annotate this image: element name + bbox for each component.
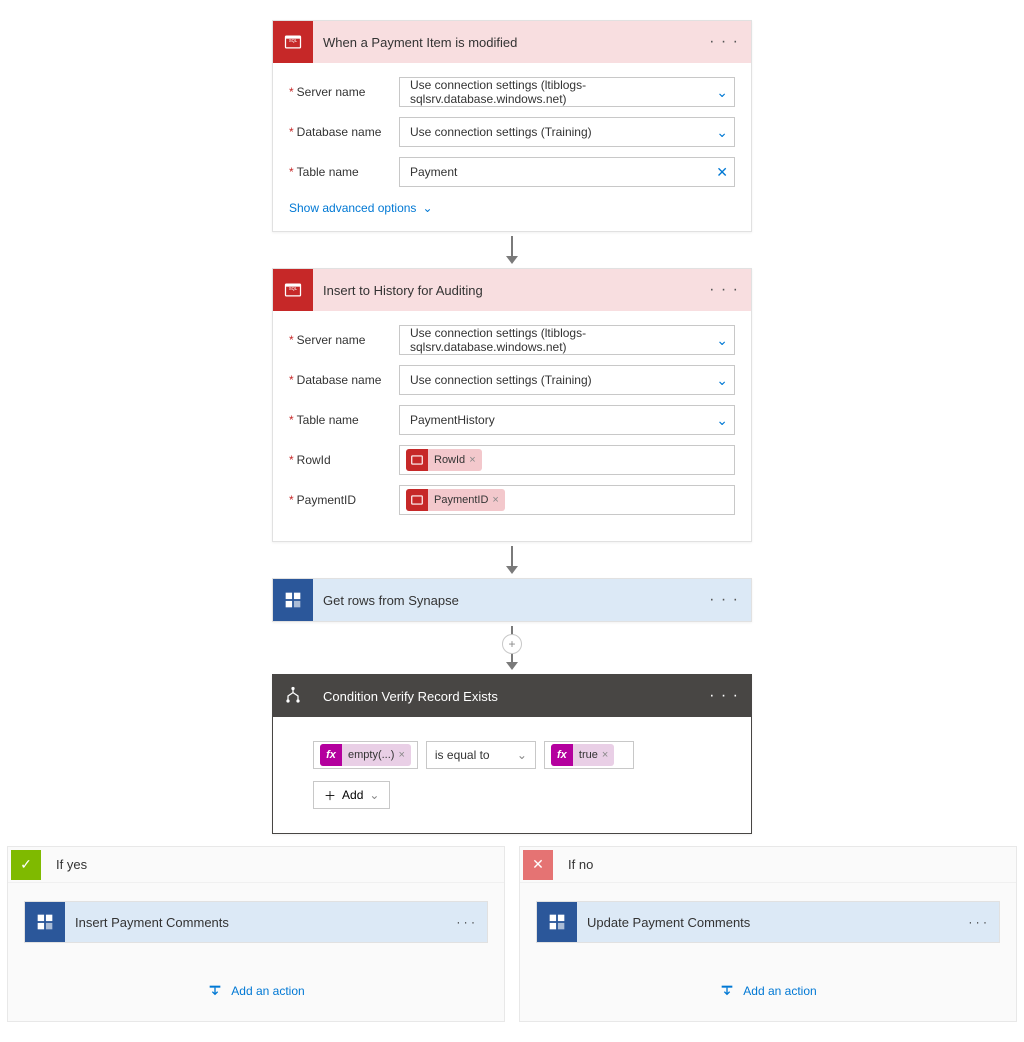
get-rows-title: Get rows from Synapse (323, 593, 699, 608)
synapse-icon (537, 902, 577, 942)
more-menu-icon[interactable]: · · · (709, 33, 739, 51)
chevron-down-icon: ⌄ (716, 332, 728, 349)
chevron-down-icon: ⌄ (716, 372, 728, 389)
database-name-select[interactable]: Use connection settings (Training) ⌄ (399, 117, 735, 147)
condition-icon (273, 675, 313, 717)
database-name-label: *Database name (289, 373, 399, 387)
show-advanced-options-link[interactable]: Show advanced options ⌄ (289, 201, 433, 215)
update-payment-comments-card[interactable]: Update Payment Comments · · · (536, 901, 1000, 943)
flow-arrow (506, 236, 518, 264)
condition-left-input[interactable]: fx empty(...)× (313, 741, 418, 769)
server-name-select[interactable]: Use connection settings (ltiblogs-sqlsrv… (399, 325, 735, 355)
database-name-label: *Database name (289, 125, 399, 139)
trigger-title: When a Payment Item is modified (323, 35, 699, 50)
add-action-link[interactable]: Add an action (520, 983, 1016, 999)
paymentid-input[interactable]: PaymentID× (399, 485, 735, 515)
insert-history-title: Insert to History for Auditing (323, 283, 699, 298)
rowid-label: *RowId (289, 453, 399, 467)
rowid-input[interactable]: RowId× (399, 445, 735, 475)
condition-card: Condition Verify Record Exists · · · fx … (272, 674, 752, 834)
if-yes-label: If yes (56, 857, 87, 872)
svg-text:SQL: SQL (289, 38, 298, 43)
sql-icon (406, 489, 428, 511)
insert-payment-comments-card[interactable]: Insert Payment Comments · · · (24, 901, 488, 943)
server-name-label: *Server name (289, 333, 399, 347)
more-menu-icon[interactable]: · · · (968, 915, 987, 929)
chevron-down-icon: ⌄ (517, 748, 527, 762)
add-action-link[interactable]: Add an action (8, 983, 504, 999)
insert-history-card: SQL Insert to History for Auditing · · ·… (272, 268, 752, 542)
table-name-input[interactable]: Payment ✕ (399, 157, 735, 187)
condition-right-input[interactable]: fx true× (544, 741, 634, 769)
get-rows-card[interactable]: Get rows from Synapse · · · (272, 578, 752, 622)
fx-icon: fx (320, 744, 342, 766)
chevron-down-icon: ⌄ (716, 412, 728, 429)
synapse-icon (273, 579, 313, 621)
get-rows-header[interactable]: Get rows from Synapse · · · (273, 579, 751, 621)
server-name-select[interactable]: Use connection settings (ltiblogs-sqlsrv… (399, 77, 735, 107)
chevron-down-icon: ⌄ (422, 201, 432, 215)
if-no-branch: ✕ If no Update Payment Comments · · · Ad… (519, 846, 1017, 1022)
table-name-select[interactable]: PaymentHistory ⌄ (399, 405, 735, 435)
more-menu-icon[interactable]: · · · (709, 591, 739, 609)
table-name-label: *Table name (289, 165, 399, 179)
add-action-icon (207, 983, 223, 999)
check-icon: ✓ (11, 850, 41, 880)
trigger-header[interactable]: SQL When a Payment Item is modified · · … (273, 21, 751, 63)
expression-token[interactable]: fx true× (551, 744, 614, 766)
more-menu-icon[interactable]: · · · (709, 687, 739, 705)
condition-title: Condition Verify Record Exists (323, 689, 699, 704)
more-menu-icon[interactable]: · · · (709, 281, 739, 299)
expression-token[interactable]: fx empty(...)× (320, 744, 411, 766)
synapse-icon (25, 902, 65, 942)
remove-token-icon[interactable]: × (492, 494, 498, 506)
table-name-label: *Table name (289, 413, 399, 427)
database-name-select[interactable]: Use connection settings (Training) ⌄ (399, 365, 735, 395)
chevron-down-icon: ⌄ (716, 124, 728, 141)
insert-history-header[interactable]: SQL Insert to History for Auditing · · · (273, 269, 751, 311)
sql-icon (406, 449, 428, 471)
condition-operator-select[interactable]: is equal to ⌄ (426, 741, 536, 769)
add-action-icon (719, 983, 735, 999)
paymentid-token[interactable]: PaymentID× (406, 489, 505, 511)
add-condition-button[interactable]: ＋ Add ⌄ (313, 781, 390, 809)
add-step-button[interactable]: + (502, 634, 522, 654)
condition-branches: ✓ If yes Insert Payment Comments · · · A… (7, 846, 1017, 1022)
condition-header[interactable]: Condition Verify Record Exists · · · (273, 675, 751, 717)
if-no-label: If no (568, 857, 593, 872)
plus-icon: ＋ (324, 787, 336, 804)
sql-icon: SQL (273, 269, 313, 311)
more-menu-icon[interactable]: · · · (456, 915, 475, 929)
remove-token-icon[interactable]: × (602, 749, 608, 761)
close-icon: ✕ (523, 850, 553, 880)
flow-arrow: + (502, 626, 522, 670)
insert-payment-comments-title: Insert Payment Comments (75, 915, 446, 930)
chevron-down-icon: ⌄ (369, 788, 379, 802)
trigger-card: SQL When a Payment Item is modified · · … (272, 20, 752, 232)
rowid-token[interactable]: RowId× (406, 449, 482, 471)
remove-token-icon[interactable]: × (469, 454, 475, 466)
sql-icon: SQL (273, 21, 313, 63)
chevron-down-icon: ⌄ (716, 84, 728, 101)
paymentid-label: *PaymentID (289, 493, 399, 507)
update-payment-comments-title: Update Payment Comments (587, 915, 958, 930)
flow-arrow (506, 546, 518, 574)
clear-icon[interactable]: ✕ (716, 164, 728, 181)
server-name-label: *Server name (289, 85, 399, 99)
if-yes-branch: ✓ If yes Insert Payment Comments · · · A… (7, 846, 505, 1022)
fx-icon: fx (551, 744, 573, 766)
svg-text:SQL: SQL (289, 286, 298, 291)
remove-token-icon[interactable]: × (398, 749, 404, 761)
